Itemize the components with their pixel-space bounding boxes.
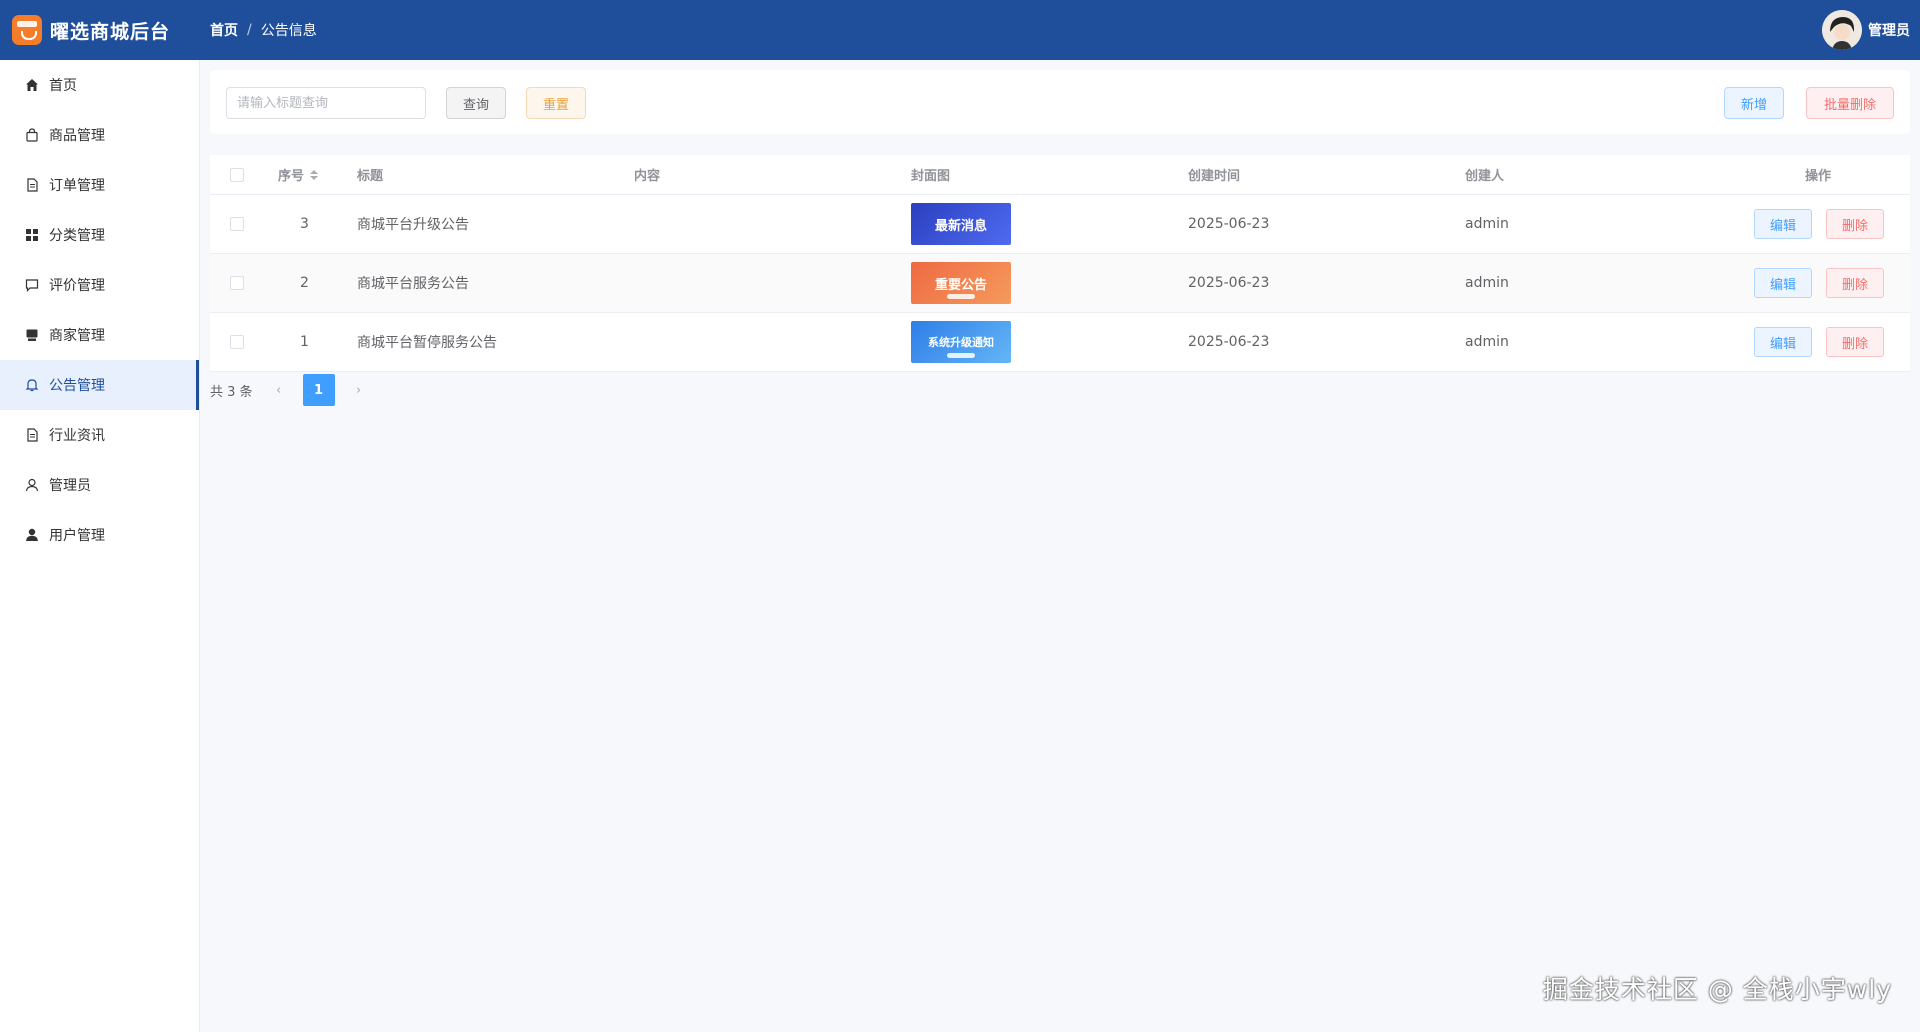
grid-icon — [24, 227, 40, 243]
batch-delete-button[interactable]: 批量删除 — [1806, 87, 1894, 119]
brand[interactable]: 曜选商城后台 — [0, 0, 200, 60]
row-creator: admin — [1465, 334, 1509, 350]
column-header-created: 创建时间 — [1188, 169, 1241, 184]
sidebar-item-label: 首页 — [49, 78, 77, 94]
shop-logo-icon — [12, 15, 42, 45]
sidebar-item-merchants[interactable]: 商家管理 — [0, 310, 199, 360]
sidebar-item-admins[interactable]: 管理员 — [0, 460, 199, 510]
column-header-cover: 封面图 — [911, 169, 951, 184]
row-creator: admin — [1465, 275, 1509, 291]
sidebar-item-label: 用户管理 — [49, 528, 105, 544]
cover-text: 重要公告 — [934, 277, 987, 293]
sidebar-item-announcements[interactable]: 公告管理 — [0, 360, 199, 410]
row-created: 2025-06-23 — [1188, 275, 1270, 291]
row-created: 2025-06-23 — [1188, 334, 1270, 350]
column-header-actions: 操作 — [1805, 169, 1832, 184]
column-header-id[interactable]: 序号 — [278, 155, 319, 194]
column-header-title: 标题 — [357, 169, 384, 184]
sidebar-item-reviews[interactable]: 评价管理 — [0, 260, 199, 310]
document-icon — [24, 177, 40, 193]
column-header-content: 内容 — [634, 169, 661, 184]
pagination: 共 3 条 ‹ 1 › — [210, 374, 375, 406]
row-id: 2 — [300, 275, 309, 291]
search-toolbar: 查询 重置 新增 批量删除 — [210, 70, 1910, 134]
sidebar-item-label: 行业资讯 — [49, 428, 105, 444]
top-header: 曜选商城后台 首页 / 公告信息 管理员 — [0, 0, 1920, 60]
delete-button[interactable]: 删除 — [1826, 327, 1884, 357]
cover-text: 系统升级通知 — [928, 336, 994, 349]
reset-button[interactable]: 重置 — [526, 87, 586, 119]
document-icon — [24, 427, 40, 443]
sidebar-item-label: 订单管理 — [49, 178, 105, 194]
sidebar-item-industry-news[interactable]: 行业资讯 — [0, 410, 199, 460]
sort-icon[interactable] — [310, 169, 319, 180]
sidebar-item-label: 管理员 — [49, 478, 91, 494]
bell-icon — [24, 377, 40, 393]
sidebar-item-label: 公告管理 — [49, 378, 105, 394]
row-creator: admin — [1465, 216, 1509, 232]
prev-page-button[interactable]: ‹ — [263, 374, 295, 406]
breadcrumb-home[interactable]: 首页 — [210, 20, 238, 40]
table-row: 1 商城平台暂停服务公告 系统升级通知 2025-06-23 admin 编辑 … — [210, 313, 1910, 372]
row-id: 3 — [300, 216, 309, 232]
user-menu[interactable]: 管理员 — [1822, 0, 1910, 60]
table-row: 3 商城平台升级公告 最新消息 2025-06-23 admin 编辑 删除 — [210, 195, 1910, 254]
cover-image[interactable]: 系统升级通知 — [911, 321, 1011, 363]
shopping-bag-icon — [24, 127, 40, 143]
sidebar-item-home[interactable]: 首页 — [0, 60, 199, 110]
pagination-total: 共 3 条 — [210, 384, 253, 400]
row-title: 商城平台升级公告 — [357, 217, 469, 233]
app-title: 曜选商城后台 — [50, 20, 171, 43]
sidebar: 首页 商品管理 订单管理 分类管理 评价管理 商家管理 公告管理 行业资讯 管理… — [0, 60, 200, 1032]
user-outline-icon — [24, 477, 40, 493]
edit-button[interactable]: 编辑 — [1754, 327, 1812, 357]
home-icon — [24, 77, 40, 93]
user-name: 管理员 — [1868, 23, 1910, 39]
table-header: 序号 标题 内容 封面图 创建时间 创建人 操作 — [210, 155, 1910, 195]
sidebar-item-products[interactable]: 商品管理 — [0, 110, 199, 160]
column-label: 序号 — [278, 169, 305, 184]
select-all-checkbox[interactable] — [230, 167, 244, 182]
breadcrumb-separator: / — [247, 22, 252, 38]
query-button[interactable]: 查询 — [446, 87, 506, 119]
search-input[interactable] — [226, 87, 426, 119]
breadcrumb-current: 公告信息 — [260, 23, 317, 39]
page-number-button[interactable]: 1 — [302, 374, 335, 406]
column-header-creator: 创建人 — [1465, 169, 1505, 184]
cover-text: 最新消息 — [934, 218, 987, 234]
store-icon — [24, 327, 40, 343]
breadcrumb: 首页 / 公告信息 — [210, 20, 317, 40]
row-id: 1 — [300, 334, 309, 350]
row-created: 2025-06-23 — [1188, 216, 1270, 232]
delete-button[interactable]: 删除 — [1826, 268, 1884, 298]
avatar — [1822, 10, 1862, 50]
sidebar-item-label: 商品管理 — [49, 128, 105, 144]
comment-icon — [24, 277, 40, 293]
cover-image[interactable]: 最新消息 — [911, 203, 1011, 245]
row-checkbox[interactable] — [230, 276, 244, 290]
select-all-cell — [230, 155, 244, 194]
sidebar-item-label: 分类管理 — [49, 228, 105, 244]
sidebar-item-label: 评价管理 — [49, 278, 105, 294]
user-solid-icon — [24, 527, 40, 543]
sidebar-item-users[interactable]: 用户管理 — [0, 510, 199, 560]
announcement-table: 序号 标题 内容 封面图 创建时间 创建人 操作 3 商城平台升级公告 最新消息… — [210, 155, 1910, 372]
sidebar-item-categories[interactable]: 分类管理 — [0, 210, 199, 260]
row-title: 商城平台服务公告 — [357, 276, 469, 292]
watermark: 掘金技术社区 @ 全栈小宇wly — [1542, 975, 1892, 1004]
next-page-button[interactable]: › — [343, 374, 375, 406]
row-title: 商城平台暂停服务公告 — [357, 335, 497, 351]
row-checkbox[interactable] — [230, 217, 244, 231]
add-button[interactable]: 新增 — [1724, 87, 1784, 119]
delete-button[interactable]: 删除 — [1826, 209, 1884, 239]
edit-button[interactable]: 编辑 — [1754, 209, 1812, 239]
table-row: 2 商城平台服务公告 重要公告 2025-06-23 admin 编辑 删除 — [210, 254, 1910, 313]
sidebar-item-label: 商家管理 — [49, 328, 105, 344]
edit-button[interactable]: 编辑 — [1754, 268, 1812, 298]
cover-image[interactable]: 重要公告 — [911, 262, 1011, 304]
sidebar-item-orders[interactable]: 订单管理 — [0, 160, 199, 210]
row-checkbox[interactable] — [230, 335, 244, 349]
